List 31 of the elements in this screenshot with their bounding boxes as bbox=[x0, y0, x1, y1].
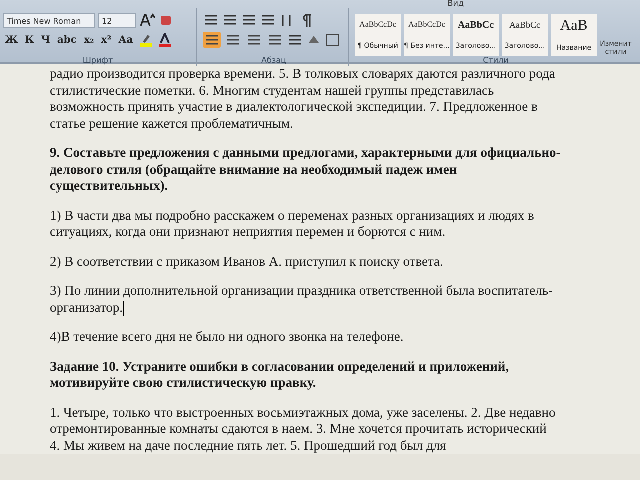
document-paragraph: 1. Четыре, только что выстроенных восьмиэтажных дома, уже заселены. 2. Две недавно отремонтированные комнаты сдаются в наем. 3. Мне хочется прочитать исторический 4. Мы живем на даче последние пять лет. 5. Прошедший год был для bbox=[50, 404, 557, 454]
format-button[interactable]: Ч bbox=[39, 34, 52, 46]
style-preview: AaBbCc bbox=[458, 20, 494, 31]
style-preview: AaBbCcDc bbox=[408, 20, 446, 30]
format-button[interactable]: Ж bbox=[3, 34, 20, 46]
document-paragraph: 3) По линии дополнительной организации праздника ответственной была воспитатель- организатор. bbox=[50, 283, 554, 316]
group-label: Шрифт bbox=[82, 56, 114, 66]
style-preview: AaBbCc bbox=[510, 20, 540, 30]
style-preview: AaBbCcDc bbox=[360, 20, 396, 30]
borders-icon[interactable] bbox=[325, 32, 341, 48]
format-button[interactable]: Аа bbox=[116, 34, 136, 46]
format-button[interactable]: x₂ bbox=[82, 34, 96, 46]
document-paragraph: 4)В течение всего дня не было ни одного звонка на телефоне. bbox=[50, 329, 405, 346]
highlighter-icon[interactable] bbox=[138, 32, 154, 48]
group-label: Абзац bbox=[260, 56, 288, 66]
group-label: Стили bbox=[482, 56, 510, 66]
font-color-icon[interactable] bbox=[157, 32, 174, 48]
document-paragraph: 2) В соответствии с приказом Иванов А. приступил к поиску ответа. bbox=[50, 254, 444, 270]
style-preview: AaB bbox=[560, 18, 588, 36]
format-button[interactable]: abc bbox=[55, 34, 79, 46]
document-paragraph: Задание 10. Устраните ошибки в согласовании определений и приложений, мотивируйте свою стилистическую правку. bbox=[50, 358, 510, 392]
format-button[interactable]: К bbox=[23, 34, 36, 46]
document-paragraph: 1) В части два мы подробно расскажем о переменах разных организациях и людях в ситуациях, когда они признают неприятия перемен и борются с ним. bbox=[50, 208, 536, 240]
font-size-field[interactable]: 12 bbox=[98, 12, 136, 28]
document-paragraph: 9. Составьте предложения с данными предлогами, характерными для официально- делового стиля (обращайте внимание на необходимый падеж имен существительных). bbox=[50, 145, 562, 194]
document-paragraph: радио производится проверка времени. 5. В толковых словарях даются различного рода стилистические пометки. 6. Многим студентам нашей группы представилась возможность принять участие в диалектологической экспедиции. 7. Предложенное в статье решение кажется проблематичным. bbox=[50, 66, 556, 132]
font-name-field[interactable]: Times New Roman bbox=[3, 12, 95, 28]
ribbon-tab[interactable]: Вид bbox=[442, 0, 470, 8]
align-button[interactable] bbox=[203, 32, 221, 48]
grow-font-icon[interactable] bbox=[139, 12, 155, 28]
format-button[interactable]: x² bbox=[99, 34, 114, 46]
